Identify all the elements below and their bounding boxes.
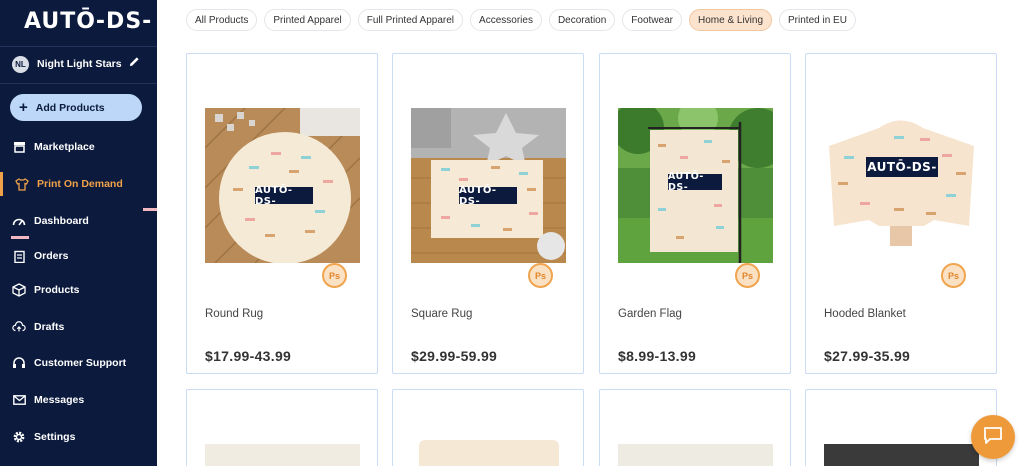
divider bbox=[0, 46, 157, 47]
store-name: Night Light Stars bbox=[37, 58, 122, 70]
photoshop-badge: Ps bbox=[941, 263, 966, 288]
clipboard-icon bbox=[12, 249, 26, 263]
filter-all-products[interactable]: All Products bbox=[186, 9, 258, 31]
shirt-icon bbox=[15, 177, 29, 191]
sidebar-item-label: Drafts bbox=[34, 321, 65, 333]
product-card-round-rug[interactable]: AUTŌ-DS- Ps Round Rug $17.99-43.99 bbox=[186, 53, 378, 374]
brand-logo: AUTŌ-DS- bbox=[668, 171, 722, 193]
product-image bbox=[618, 444, 773, 466]
filter-accessories[interactable]: Accessories bbox=[470, 9, 542, 31]
product-image: AUTŌ-DS- bbox=[411, 108, 566, 263]
chat-icon bbox=[983, 426, 1003, 449]
sidebar-item-products[interactable]: Products bbox=[0, 277, 157, 303]
brand-logo: AUTŌ-DS- bbox=[255, 185, 313, 207]
sidebar-item-dashboard[interactable]: Dashboard bbox=[0, 208, 157, 234]
store-avatar: NL bbox=[12, 55, 29, 73]
product-price: $27.99-35.99 bbox=[824, 348, 911, 364]
filter-full-printed-apparel[interactable]: Full Printed Apparel bbox=[357, 9, 464, 31]
sidebar-item-settings[interactable]: Settings bbox=[0, 424, 157, 450]
cloud-upload-icon bbox=[12, 320, 26, 334]
gear-icon bbox=[12, 430, 26, 444]
sidebar-item-messages[interactable]: Messages bbox=[0, 387, 157, 413]
scroll-marker bbox=[11, 236, 29, 239]
sidebar-item-label: Products bbox=[34, 284, 80, 296]
sidebar-item-customer-support[interactable]: Customer Support bbox=[0, 350, 157, 376]
product-image: AUTŌ-DS- bbox=[618, 108, 773, 263]
photoshop-badge: Ps bbox=[735, 263, 760, 288]
product-image bbox=[824, 444, 979, 466]
box-icon bbox=[12, 283, 26, 297]
chat-button[interactable] bbox=[971, 415, 1015, 459]
sidebar-item-label: Customer Support bbox=[34, 357, 127, 369]
product-card[interactable] bbox=[599, 389, 791, 466]
brand-logo: AUTŌ-DS- bbox=[866, 157, 938, 177]
product-name: Round Rug bbox=[205, 308, 264, 320]
product-name: Square Rug bbox=[411, 308, 473, 320]
product-price: $8.99-13.99 bbox=[618, 348, 697, 364]
plus-icon: + bbox=[19, 99, 28, 116]
sidebar-item-label: Messages bbox=[34, 394, 85, 406]
add-products-button[interactable]: + Add Products bbox=[10, 94, 142, 121]
product-price: $29.99-59.99 bbox=[411, 348, 498, 364]
product-name: Garden Flag bbox=[618, 308, 682, 320]
filter-decoration[interactable]: Decoration bbox=[548, 9, 616, 31]
sidebar-item-label: Marketplace bbox=[34, 141, 95, 153]
product-image: AUTŌ-DS- bbox=[824, 108, 979, 263]
filter-footwear[interactable]: Footwear bbox=[622, 9, 682, 31]
filter-home-living[interactable]: Home & Living bbox=[688, 9, 773, 31]
store-icon bbox=[12, 140, 26, 154]
product-card-square-rug[interactable]: AUTŌ-DS- Ps Square Rug $29.99-59.99 bbox=[392, 53, 584, 374]
headset-icon bbox=[12, 356, 26, 370]
sidebar-item-label: Orders bbox=[34, 250, 69, 262]
product-card[interactable] bbox=[392, 389, 584, 466]
product-name: Hooded Blanket bbox=[824, 308, 906, 320]
sidebar-item-label: Dashboard bbox=[34, 215, 89, 227]
filter-printed-in-eu[interactable]: Printed in EU bbox=[779, 9, 856, 31]
sidebar-item-print-on-demand[interactable]: Print On Demand bbox=[0, 171, 157, 197]
product-image bbox=[419, 440, 559, 466]
photoshop-badge: Ps bbox=[528, 263, 553, 288]
sidebar-item-drafts[interactable]: Drafts bbox=[0, 314, 157, 340]
add-products-label: Add Products bbox=[35, 101, 105, 114]
product-card[interactable] bbox=[186, 389, 378, 466]
product-card-hooded-blanket[interactable]: AUTŌ-DS- Ps Hooded Blanket $27.99-35.99 bbox=[805, 53, 997, 374]
mail-icon bbox=[12, 393, 26, 407]
product-card[interactable] bbox=[805, 389, 997, 466]
product-card-garden-flag[interactable]: AUTŌ-DS- Ps Garden Flag $8.99-13.99 bbox=[599, 53, 791, 374]
sidebar-item-marketplace[interactable]: Marketplace bbox=[0, 134, 157, 160]
product-image: AUTŌ-DS- bbox=[205, 108, 360, 263]
category-filters: All Products Printed Apparel Full Printe… bbox=[186, 9, 856, 31]
divider bbox=[0, 83, 157, 84]
brand-logo: AUTŌ-DS- bbox=[459, 185, 517, 207]
pencil-icon[interactable] bbox=[129, 56, 140, 70]
store-selector[interactable]: NL Night Light Stars bbox=[0, 52, 157, 76]
photoshop-badge: Ps bbox=[322, 263, 347, 288]
brand-logo[interactable]: AUTŌ-DS- bbox=[24, 9, 152, 34]
product-price: $17.99-43.99 bbox=[205, 348, 292, 364]
gauge-icon bbox=[12, 214, 26, 228]
sidebar-item-label: Settings bbox=[34, 431, 76, 443]
product-image bbox=[205, 444, 360, 466]
filter-printed-apparel[interactable]: Printed Apparel bbox=[264, 9, 351, 31]
sidebar: AUTŌ-DS- NL Night Light Stars + Add Prod… bbox=[0, 0, 157, 466]
sidebar-item-label: Print On Demand bbox=[37, 178, 123, 190]
sidebar-item-orders[interactable]: Orders bbox=[0, 243, 157, 269]
